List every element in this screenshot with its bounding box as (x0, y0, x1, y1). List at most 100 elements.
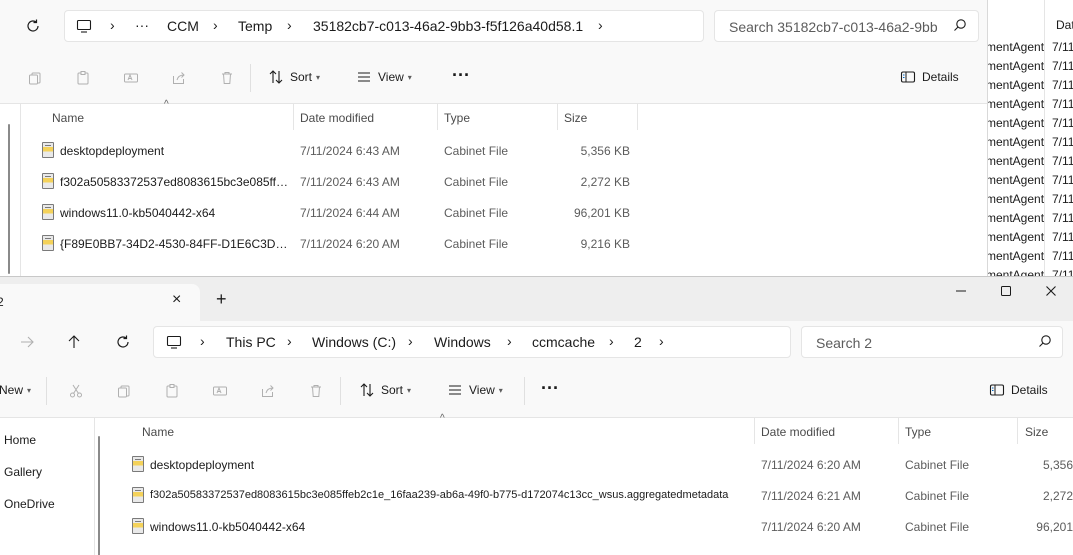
chevron-down-icon: ▾ (316, 72, 321, 82)
cut-icon[interactable] (62, 377, 90, 405)
details-pane-icon (900, 71, 916, 83)
share-icon[interactable] (254, 377, 282, 405)
chevron-right-icon[interactable]: › (659, 333, 664, 349)
table-row[interactable]: f302a50583372537ed8083615bc3e085ffeb... … (20, 169, 640, 193)
share-icon[interactable] (165, 64, 193, 92)
column-header-name[interactable]: Name (52, 111, 84, 125)
column-header-date[interactable]: Date modified (761, 425, 835, 439)
minimize-button[interactable] (941, 277, 981, 305)
breadcrumb-ccmcache[interactable]: ccmcache (532, 334, 595, 350)
file-type: Cabinet File (905, 458, 970, 472)
rename-icon[interactable] (206, 377, 234, 405)
back-address-bar: › ··· CCM › Temp › 35182cb7-c013-46a2-9b… (0, 0, 987, 52)
back-file-list: ^ Name Date modified Type Size desktopde… (0, 99, 987, 276)
front-explorer-window: 2 × + › This PC › Windows (C:) › (0, 276, 1073, 555)
paste-icon[interactable] (158, 377, 186, 405)
breadcrumb-folder-guid[interactable]: 35182cb7-c013-46a2-9bb3-f5f126a40d58.1 (313, 18, 583, 34)
search-icon (1038, 334, 1052, 351)
column-header-size[interactable]: Size (564, 111, 587, 125)
chevron-down-icon: ▾ (407, 385, 412, 395)
forward-arrow-icon[interactable] (13, 328, 41, 356)
file-size: 2,272 KB (580, 175, 630, 189)
new-tab-button[interactable]: + (216, 289, 227, 310)
column-header-date[interactable]: Dat (1056, 18, 1073, 32)
table-row[interactable]: desktopdeployment 7/11/2024 6:43 AM Cabi… (20, 138, 640, 162)
computer-icon[interactable] (70, 12, 98, 40)
delete-icon[interactable] (213, 64, 241, 92)
back-search-box[interactable]: Search 35182cb7-c013-46a2-9bb (714, 10, 979, 42)
front-search-box[interactable]: Search 2 (801, 326, 1063, 358)
cabinet-file-icon (132, 456, 144, 472)
column-header-name[interactable]: Name (142, 425, 174, 439)
copy-icon[interactable] (110, 377, 138, 405)
chevron-right-icon: › (408, 333, 413, 349)
file-size: 5,356 (1042, 458, 1073, 472)
new-button[interactable]: New ▾ (0, 383, 31, 397)
chevron-right-icon: › (609, 333, 614, 349)
breadcrumb-ellipsis[interactable]: ··· (135, 17, 149, 33)
file-type: Cabinet File (905, 489, 970, 503)
strip-cell-name: mentAgent (987, 230, 1045, 244)
nav-item-onedrive[interactable]: OneDrive (0, 497, 55, 511)
nav-item-gallery[interactable]: Gallery (0, 465, 42, 479)
more-options-button[interactable]: ··· (541, 378, 559, 399)
computer-icon[interactable] (160, 328, 188, 356)
breadcrumb-windows[interactable]: Windows (434, 334, 491, 350)
copy-icon[interactable] (21, 64, 49, 92)
table-row[interactable]: f302a50583372537ed8083615bc3e085ffeb2c1e… (106, 483, 1073, 507)
breadcrumb-ccm[interactable]: CCM (167, 18, 199, 34)
breadcrumb-2[interactable]: 2 (634, 334, 642, 350)
chevron-down-icon: ▾ (498, 385, 503, 395)
details-label: Details (922, 70, 959, 84)
maximize-button[interactable] (986, 277, 1026, 305)
sort-button[interactable]: Sort ▾ (359, 382, 411, 398)
chevron-right-icon[interactable]: › (598, 17, 603, 33)
strip-cell-date: 7/11 (1052, 97, 1073, 111)
details-label: Details (1011, 383, 1048, 397)
table-row[interactable]: desktopdeployment 7/11/2024 6:20 AM Cabi… (106, 452, 1073, 476)
nav-item-home[interactable]: Home (0, 433, 36, 447)
chevron-right-icon: › (287, 17, 292, 33)
rename-icon[interactable] (117, 64, 145, 92)
strip-cell-name: mentAgent (987, 78, 1045, 92)
breadcrumb-windows-c[interactable]: Windows (C:) (312, 334, 396, 350)
chevron-right-icon: › (110, 17, 115, 33)
file-name: {F89E0BB7-34D2-4530-84FF-D1E6C3DD72... (60, 237, 292, 251)
file-name: f302a50583372537ed8083615bc3e085ffeb2c1e… (150, 489, 729, 501)
column-header-size[interactable]: Size (1025, 425, 1048, 439)
view-button[interactable]: View ▾ (356, 69, 412, 85)
delete-icon[interactable] (302, 377, 330, 405)
strip-cell-date: 7/11 (1052, 135, 1073, 149)
details-pane-button[interactable]: Details (900, 69, 959, 85)
table-row[interactable]: {F89E0BB7-34D2-4530-84FF-D1E6C3DD72... 7… (20, 231, 640, 255)
front-search-input[interactable]: Search 2 (816, 335, 872, 351)
more-options-button[interactable]: ··· (452, 65, 470, 86)
nav-scrollbar[interactable] (98, 436, 100, 555)
column-header-type[interactable]: Type (905, 425, 931, 439)
table-row[interactable]: windows11.0-kb5040442-x64 7/11/2024 6:44… (20, 200, 640, 224)
refresh-icon[interactable] (109, 328, 137, 356)
close-tab-icon[interactable]: × (172, 291, 181, 309)
strip-cell-name: mentAgent (987, 268, 1045, 276)
title-bar: 2 × + (0, 277, 1073, 321)
nav-scrollbar[interactable] (8, 124, 10, 274)
breadcrumb-temp[interactable]: Temp (238, 18, 272, 34)
view-icon (449, 385, 461, 395)
back-search-input[interactable]: Search 35182cb7-c013-46a2-9bb (729, 19, 944, 35)
tab-active[interactable]: 2 × (0, 284, 200, 321)
sort-icon (360, 383, 374, 397)
sort-button[interactable]: Sort ▾ (268, 69, 320, 85)
paste-icon[interactable] (69, 64, 97, 92)
close-window-button[interactable] (1031, 277, 1071, 305)
table-row[interactable]: windows11.0-kb5040442-x64 7/11/2024 6:20… (106, 514, 1073, 538)
refresh-icon[interactable] (19, 12, 47, 40)
column-header-type[interactable]: Type (444, 111, 470, 125)
view-button[interactable]: View ▾ (447, 382, 503, 398)
chevron-down-icon: ▾ (27, 385, 32, 395)
breadcrumb-this-pc[interactable]: This PC (226, 334, 276, 350)
up-arrow-icon[interactable] (60, 328, 88, 356)
details-pane-button[interactable]: Details (989, 382, 1048, 398)
strip-cell-date: 7/11 (1052, 230, 1073, 244)
view-icon (358, 72, 370, 82)
column-header-date[interactable]: Date modified (300, 111, 374, 125)
